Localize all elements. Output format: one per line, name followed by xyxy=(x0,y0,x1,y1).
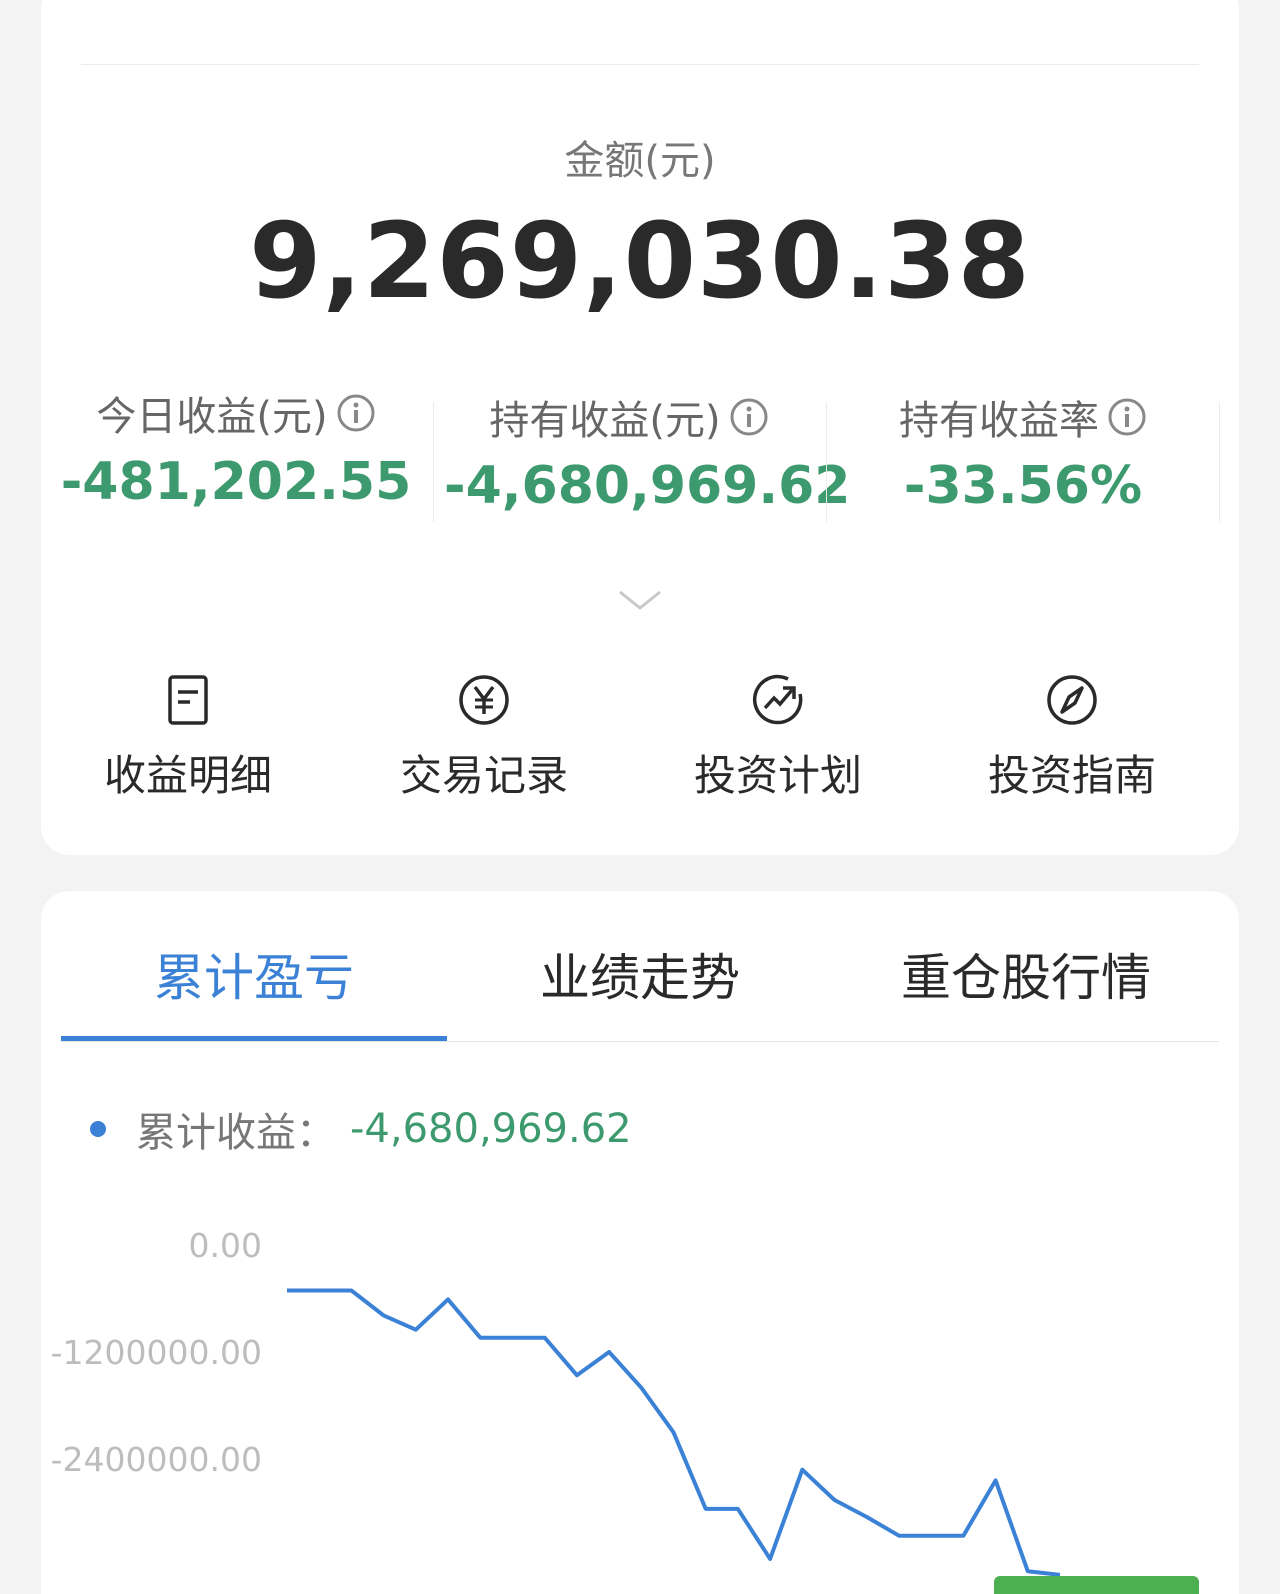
cumulative-profit-chart: 0.00 -1200000.00 -2400000.00 xyxy=(51,1226,1199,1594)
series-line xyxy=(287,1288,1061,1577)
latest-point-badge xyxy=(994,1576,1199,1594)
y-tick-label: -2400000.00 xyxy=(51,1440,262,1479)
y-tick-label: 0.00 xyxy=(189,1226,262,1265)
y-tick-label: -1200000.00 xyxy=(51,1333,262,1372)
